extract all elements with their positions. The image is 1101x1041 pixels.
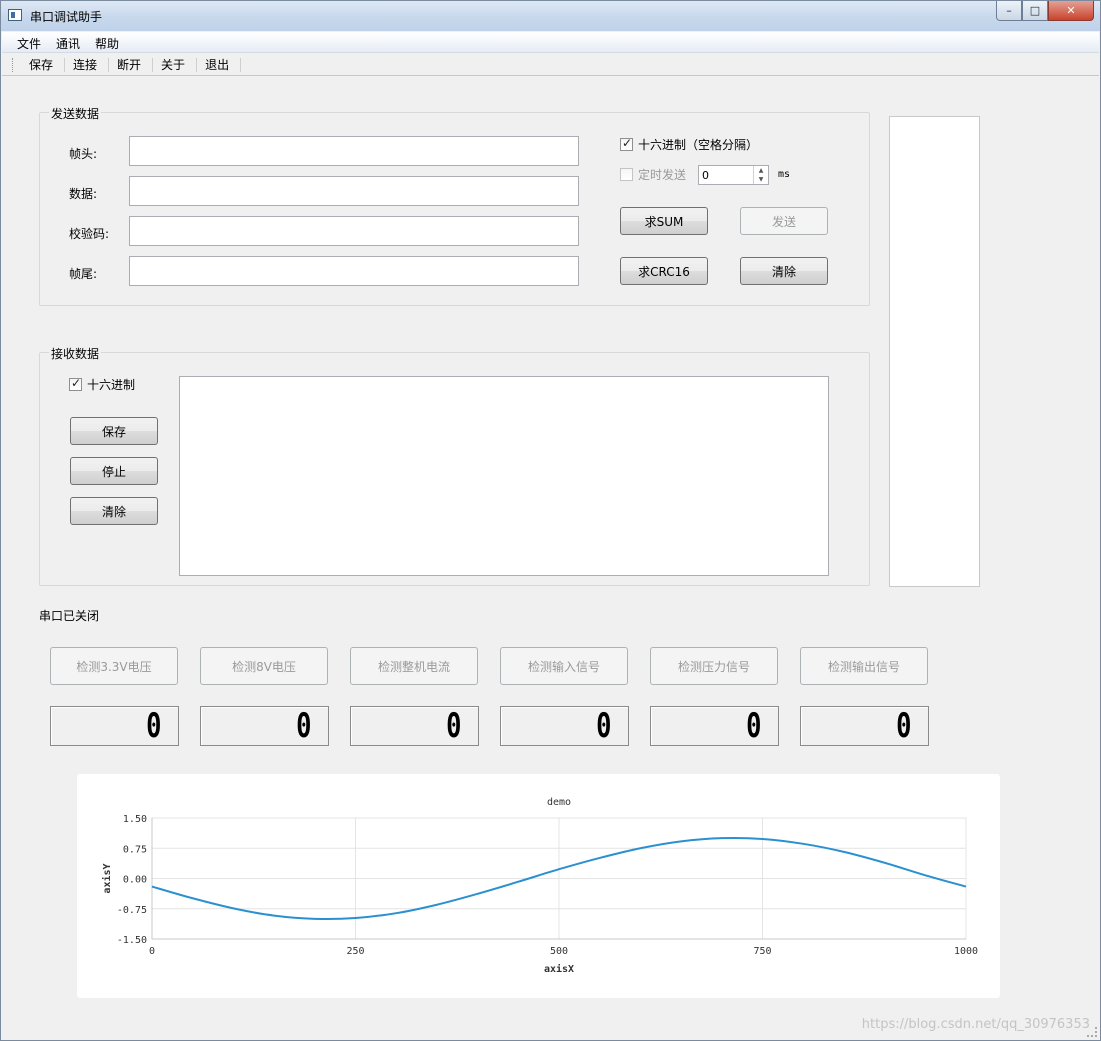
lcd-current-value: 0 <box>445 706 461 746</box>
port-status-label: 串口已关闭 <box>39 609 100 623</box>
receive-clear-button[interactable]: 清除 <box>70 497 158 525</box>
lcd-output-signal: 0 <box>800 706 929 746</box>
toolbar-grip[interactable] <box>12 57 15 72</box>
toolbar-save-button[interactable]: 保存 <box>21 57 66 72</box>
chart-card: 1.50 0.75 0.00 -0.75 -1.50 0 250 500 750 1000 demo… <box>77 774 1000 998</box>
window-title: 串口调试助手 <box>30 10 103 24</box>
detect-input-signal-button[interactable]: 检测输入信号 <box>500 647 628 685</box>
x-tick-label: 750 <box>753 946 771 957</box>
crc16-button[interactable]: 求CRC16 <box>620 257 708 285</box>
detect-pressure-signal-button[interactable]: 检测压力信号 <box>650 647 778 685</box>
y-tick-label: 0.00 <box>123 875 147 886</box>
send-hex-check-icon <box>620 136 633 151</box>
main-window: 串口调试助手 – □ ✕ 文件 通讯 帮助 保存 连接 断开 关于 退出 发送数… <box>0 0 1101 1041</box>
receive-hex-check-icon <box>69 376 82 391</box>
send-hex-label: 十六进制（空格分隔） <box>638 138 759 152</box>
timer-unit-label: ms <box>778 169 791 180</box>
menu-help[interactable]: 帮助 <box>88 32 127 52</box>
minimize-button[interactable]: – <box>996 1 1022 21</box>
frame-tail-input[interactable] <box>129 256 579 286</box>
detect-8v-button[interactable]: 检测8V电压 <box>200 647 328 685</box>
spin-down-icon[interactable]: ▼ <box>754 175 768 184</box>
data-label: 数据: <box>69 187 98 201</box>
checksum-input[interactable] <box>129 216 579 246</box>
side-list-panel[interactable] <box>889 116 980 587</box>
menu-communication[interactable]: 通讯 <box>49 32 88 52</box>
frame-tail-label: 帧尾: <box>69 267 98 281</box>
y-tick-label: -1.50 <box>117 935 147 946</box>
x-axis-title: axisX <box>544 963 574 975</box>
timer-send-checkbox[interactable]: 定时发送 <box>620 166 686 183</box>
x-tick-label: 0 <box>149 946 155 957</box>
resize-grip-icon[interactable] <box>1087 1027 1097 1037</box>
x-tick-label: 500 <box>550 946 568 957</box>
lcd-8v: 0 <box>200 706 329 746</box>
sum-button[interactable]: 求SUM <box>620 207 708 235</box>
x-tick-label: 1000 <box>954 946 978 957</box>
y-tick-label: -0.75 <box>117 905 147 916</box>
timer-interval-value: 0 <box>702 169 709 182</box>
send-hex-checkbox[interactable]: 十六进制（空格分隔） <box>620 136 758 153</box>
frame-head-label: 帧头: <box>69 147 98 161</box>
lcd-pressure-signal: 0 <box>650 706 779 746</box>
detect-output-signal-button[interactable]: 检测输出信号 <box>800 647 928 685</box>
toolbar-about-button[interactable]: 关于 <box>153 57 198 72</box>
y-axis-title: axisY <box>101 863 113 893</box>
receive-hex-checkbox[interactable]: 十六进制 <box>69 376 135 393</box>
timer-send-label: 定时发送 <box>638 168 687 182</box>
title-bar[interactable]: 串口调试助手 – □ ✕ <box>1 1 1100 31</box>
send-group-title: 发送数据 <box>49 105 102 122</box>
menu-file[interactable]: 文件 <box>10 32 49 52</box>
lcd-input-signal-value: 0 <box>595 706 611 746</box>
close-button[interactable]: ✕ <box>1048 1 1094 21</box>
lcd-input-signal: 0 <box>500 706 629 746</box>
lcd-output-signal-value: 0 <box>895 706 911 746</box>
lcd-current: 0 <box>350 706 479 746</box>
send-button[interactable]: 发送 <box>740 207 828 235</box>
receive-hex-label: 十六进制 <box>87 378 136 392</box>
line-chart: 1.50 0.75 0.00 -0.75 -1.500 250 500 750 1000 demo… <box>101 797 978 975</box>
receive-stop-button[interactable]: 停止 <box>70 457 158 485</box>
toolbar-exit-button[interactable]: 退出 <box>197 57 242 72</box>
receive-save-button[interactable]: 保存 <box>70 417 158 445</box>
lcd-8v-value: 0 <box>295 706 311 746</box>
menu-bar: 文件 通讯 帮助 <box>2 32 1099 53</box>
receive-group-title: 接收数据 <box>49 345 102 362</box>
data-input[interactable] <box>129 176 579 206</box>
toolbar-disconnect-button[interactable]: 断开 <box>109 57 154 72</box>
lcd-pressure-signal-value: 0 <box>745 706 761 746</box>
maximize-button[interactable]: □ <box>1022 1 1048 21</box>
send-clear-button[interactable]: 清除 <box>740 257 828 285</box>
x-tick-label: 250 <box>346 946 364 957</box>
y-tick-label: 1.50 <box>123 814 147 825</box>
receive-text-area[interactable] <box>179 376 829 576</box>
tool-bar: 保存 连接 断开 关于 退出 <box>2 54 1099 76</box>
watermark-text: https://blog.csdn.net/qq_30976353 <box>861 1017 1090 1032</box>
app-icon <box>8 9 22 21</box>
spin-up-icon[interactable]: ▲ <box>754 166 768 175</box>
checksum-label: 校验码: <box>69 227 110 241</box>
lcd-3v3-value: 0 <box>145 706 161 746</box>
frame-head-input[interactable] <box>129 136 579 166</box>
timer-interval-spinbox[interactable]: 0 ▲ ▼ <box>698 165 769 185</box>
detect-3v3-button[interactable]: 检测3.3V电压 <box>50 647 178 685</box>
toolbar-connect-button[interactable]: 连接 <box>65 57 110 72</box>
timer-send-check-icon <box>620 168 633 181</box>
detect-current-button[interactable]: 检测整机电流 <box>350 647 478 685</box>
lcd-3v3: 0 <box>50 706 179 746</box>
y-tick-label: 0.75 <box>123 844 147 855</box>
chart-title: demo <box>547 797 571 808</box>
